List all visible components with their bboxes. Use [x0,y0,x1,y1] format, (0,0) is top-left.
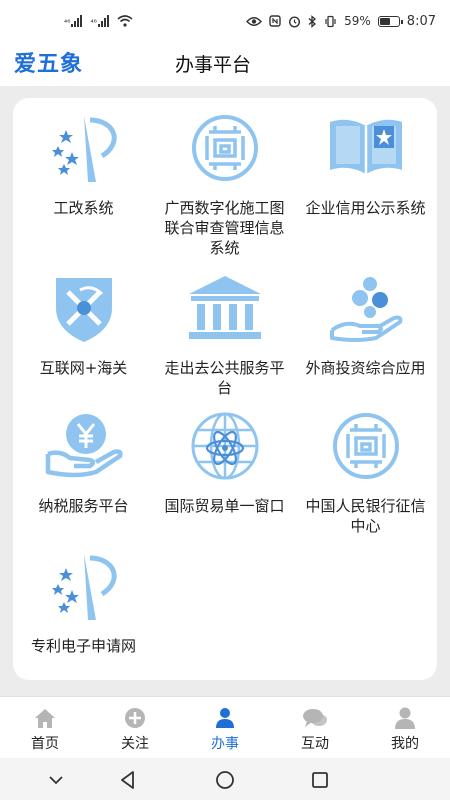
battery-icon [377,15,403,27]
service-item[interactable]: 纳税服务平台 [13,410,154,516]
vibrate-icon [325,15,336,27]
home-nav-icon[interactable] [213,768,237,792]
bluetooth-icon [308,14,317,28]
app-header: 爱五象 办事平台 [0,42,450,86]
arrow-stars-icon [44,112,124,184]
customs-shield-icon [44,272,124,344]
tab-label: 互动 [301,736,329,752]
service-label: 纳税服务平台 [38,497,129,515]
bank-building-icon [185,272,265,344]
recents-icon[interactable] [308,768,332,792]
wifi-icon [117,15,133,27]
service-label: 国际贸易单一窗口 [164,497,285,515]
service-item[interactable]: 广西数字化施工图联合审查管理信息系统 [154,112,295,258]
maze-emblem-icon [185,112,265,184]
service-item[interactable]: 国际贸易单一窗口 [154,410,295,516]
tab-label: 关注 [121,736,149,752]
signal-2-label: ⁴⁶ [90,18,97,27]
service-label: 企业信用公示系统 [305,199,426,217]
service-item[interactable]: 企业信用公示系统 [295,112,436,218]
page-title: 办事平台 [175,54,252,76]
service-label: 专利电子申请网 [30,637,136,655]
arrow-stars-icon [44,550,124,622]
tab-label: 首页 [31,736,59,752]
tab-label: 办事 [211,736,239,752]
service-item[interactable]: 外商投资综合应用 [295,272,436,378]
service-label: 广西数字化施工图联合审查管理信息系统 [164,199,285,257]
app-logo[interactable]: 爱五象 [14,46,83,78]
hand-coins-icon [326,272,406,344]
plus-circle-icon [122,707,148,729]
system-nav-bar [0,758,450,800]
signal-2-icon: ⁴⁶ [90,15,109,27]
service-label: 互联网+海关 [39,359,128,377]
signal-1-label: ⁴⁶ [64,18,71,27]
tab-item[interactable]: 互动 [270,697,360,758]
clock: 8:07 [406,13,436,29]
nfc-icon [269,15,281,27]
tab-item[interactable]: 关注 [90,697,180,758]
service-item[interactable]: 中国人民银行征信中心 [295,410,436,536]
service-label: 外商投资综合应用 [305,359,426,377]
service-label: 走出去公共服务平台 [164,359,285,397]
person-icon [212,707,238,729]
chat-icon [302,707,328,729]
alarm-icon [289,15,301,28]
eye-icon [246,16,263,26]
tab-item[interactable]: 首页 [0,697,90,758]
tab-item[interactable]: 办事 [180,697,270,758]
signal-1-icon: ⁴⁶ [64,15,83,27]
battery-percent: 59% [344,14,371,28]
user-icon [392,707,418,729]
service-item[interactable]: 工改系统 [13,112,154,218]
back-icon[interactable] [116,768,140,792]
globe-atom-icon [185,410,265,482]
bottom-tab-bar: 首页 关注 办事 互动 我的 [0,696,450,758]
services-card: 工改系统 广西数字化施工图联合审查管理信息系统 企业信用公示系统互联网+海关 走出去公… [13,98,437,680]
open-book-star-icon [326,112,406,184]
maze-emblem-icon [326,410,406,482]
service-item[interactable]: 走出去公共服务平台 [154,272,295,398]
tab-item[interactable]: 我的 [360,697,450,758]
tab-label: 我的 [391,736,419,752]
status-bar: ⁴⁶ ⁴⁶ 59% 8:07 [0,0,450,42]
hand-yen-icon [44,410,124,482]
service-item[interactable]: 互联网+海关 [13,272,154,378]
home-icon [32,707,58,729]
service-label: 中国人民银行征信中心 [305,497,426,535]
service-item[interactable]: 专利电子申请网 [13,550,154,656]
chevron-down-icon[interactable] [44,768,68,792]
service-label: 工改系统 [53,199,114,217]
